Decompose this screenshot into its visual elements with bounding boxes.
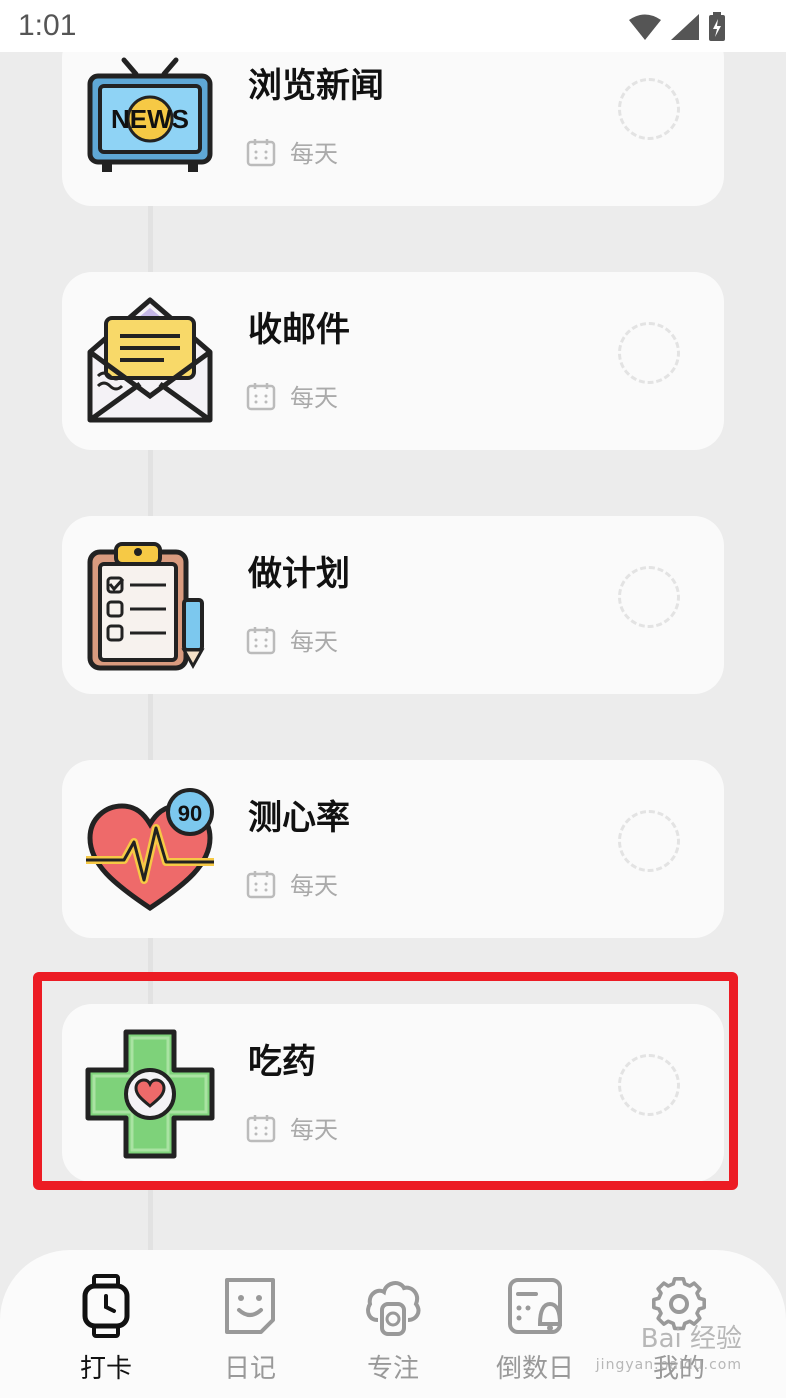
battery-icon [709, 12, 725, 41]
calendar-icon [246, 138, 276, 166]
watermark-brand: Bai 经验 [640, 1324, 742, 1354]
habit-title: 做计划 [248, 554, 350, 594]
habit-card[interactable]: 做计划 每天 [62, 516, 724, 694]
calendar-icon [246, 626, 276, 654]
frequency-label: 每天 [290, 628, 338, 656]
checkin-circle[interactable] [618, 566, 680, 628]
habit-card[interactable]: 收邮件 每天 [62, 272, 724, 450]
countdown-calendar-icon [508, 1278, 563, 1334]
nav-label: 打卡 [79, 1354, 132, 1384]
svg-text:NEWS: NEWS [111, 104, 189, 134]
signal-icon [671, 14, 699, 40]
habit-frequency: 每天 [246, 866, 338, 901]
habit-frequency: 每天 [246, 134, 338, 169]
nav-label: 专注 [366, 1354, 419, 1384]
highlight-box [33, 972, 738, 1190]
wifi-icon [629, 14, 661, 40]
mail-envelope-icon [87, 297, 213, 423]
nav-tab-countdown[interactable]: 倒数日 [475, 1274, 595, 1385]
status-time: 1:01 [18, 9, 77, 42]
smile-note-icon [225, 1278, 275, 1334]
status-bar: 1:01 [0, 0, 786, 52]
frequency-label: 每天 [290, 872, 338, 900]
habit-frequency: 每天 [246, 378, 338, 413]
nav-label: 倒数日 [495, 1354, 574, 1384]
habit-card[interactable]: 90 测心率 每天 [62, 760, 724, 938]
habit-frequency: 每天 [246, 622, 338, 657]
heart-rate-icon: 90 [86, 788, 214, 912]
clipboard-plan-icon [87, 542, 205, 671]
frequency-label: 每天 [290, 384, 338, 412]
calendar-icon [246, 382, 276, 410]
watch-icon [82, 1274, 130, 1338]
nav-tab-focus[interactable]: 专注 [333, 1274, 453, 1385]
checkin-circle[interactable] [618, 78, 680, 140]
calendar-icon [246, 870, 276, 898]
habit-card[interactable]: NEWS 浏览新闻 每天 [62, 28, 724, 206]
habit-title: 收邮件 [248, 310, 350, 350]
habit-title: 浏览新闻 [248, 66, 384, 106]
news-tv-icon: NEWS [87, 57, 213, 172]
focus-timer-icon [366, 1281, 421, 1336]
status-icons [628, 12, 726, 42]
frequency-label: 每天 [290, 140, 338, 168]
habit-title: 测心率 [248, 798, 350, 838]
nav-tab-diary[interactable]: 日记 [190, 1274, 310, 1385]
watermark-url: jingyan.baidu.com [595, 1357, 742, 1373]
nav-label: 日记 [223, 1354, 276, 1384]
watermark: Bai 经验 jingyan.baidu.com [596, 1326, 742, 1378]
svg-text:90: 90 [178, 801, 202, 826]
checkin-circle[interactable] [618, 322, 680, 384]
checkin-circle[interactable] [618, 810, 680, 872]
nav-tab-checkin[interactable]: 打卡 [46, 1274, 166, 1385]
